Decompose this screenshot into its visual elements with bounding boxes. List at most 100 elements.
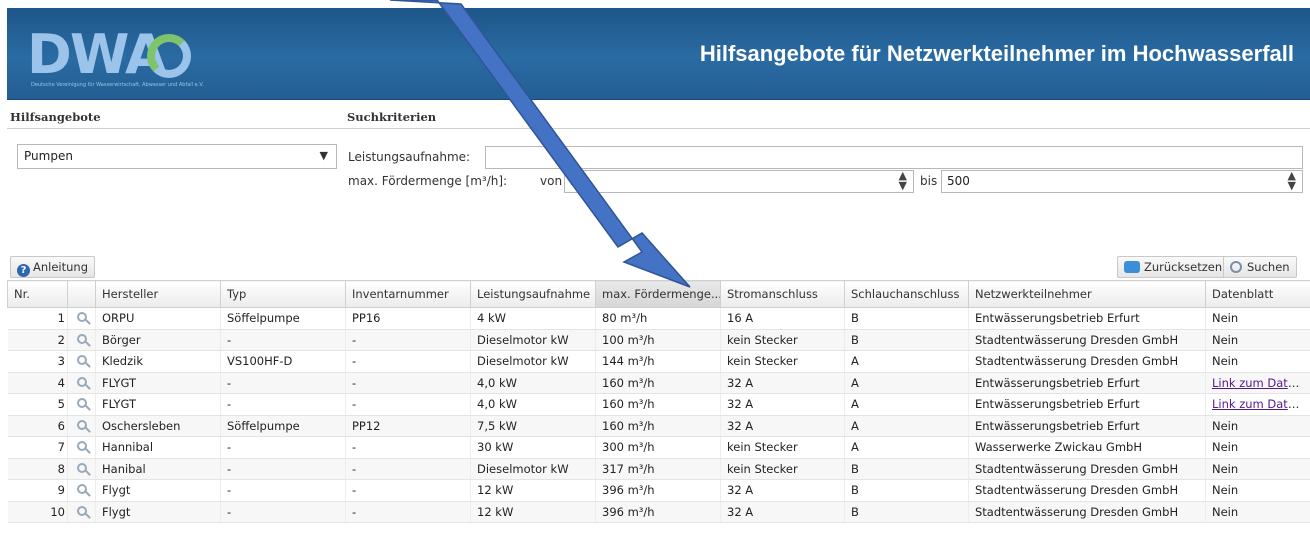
col-header-inventarnummer[interactable]: Inventarnummer [345,280,471,308]
col-header-leistungsaufnahme[interactable]: Leistungsaufnahme [470,280,596,308]
col-header-datenblatt[interactable]: Datenblatt [1205,280,1310,308]
cell-netzwerkteilnehmer: Entwässerungsbetrieb Erfurt [968,415,1206,437]
table-row[interactable]: 5 FLYGT - -4,0 kW 160 m³/h 32 A A Entwässerungs… [7,393,1310,416]
cell-datenblatt: Nein [1205,501,1310,523]
detail-cell[interactable] [67,501,96,523]
cell-foerdermenge: 144 m³/h [595,350,721,373]
von-spinner-icon[interactable]: ▲ ▼ [899,170,907,191]
detail-cell[interactable] [67,329,96,351]
von-label: von [540,174,563,188]
bis-value: 500 [947,174,970,188]
detail-cell[interactable] [67,479,96,502]
cell-typ: - [220,393,346,416]
magnifier-icon[interactable] [76,484,87,495]
cell-hersteller: Flygt [95,479,221,502]
cell-datenblatt: Nein [1205,458,1310,480]
von-input[interactable]: 50 ▲ ▼ [564,170,914,193]
col-header-foerdermenge-label: max. Fördermenge... [602,287,721,301]
detail-cell[interactable] [67,458,96,480]
cell-inventarnummer: - [345,458,471,480]
magnifier-icon[interactable] [76,333,87,344]
detail-cell[interactable] [67,372,96,394]
magnifier-icon[interactable] [76,398,87,409]
cell-stromanschluss: kein Stecker [720,329,845,351]
datenblatt-link[interactable]: Link zum Datenb... [1212,397,1310,411]
hilfsangebote-heading: Hilfsangebote [10,110,101,124]
table-row[interactable]: 1 ORPU Söffelpumpe PP16 4 kW 80 m³/h 16 A B Entw… [7,307,1310,330]
cell-leistungsaufnahme: 4 kW [470,307,596,330]
table-row[interactable]: 2 Börger - - Dieselmotor kW 100 m³/h kein Stec… [7,329,1310,351]
leistung-input[interactable] [485,146,1303,169]
cell-foerdermenge: 80 m³/h [595,307,721,330]
table-row[interactable]: 8 Hanibal - - Dieselmotor kW 317 m³/h kein Ste… [7,458,1310,480]
logo-ring-icon [147,34,191,78]
col-header-schlauchanschluss[interactable]: Schlauchanschluss [844,280,969,308]
cell-typ: VS100HF-D [220,350,346,373]
cell-stromanschluss: 32 A [720,372,845,394]
cell-datenblatt: Nein [1205,436,1310,459]
magnifier-icon[interactable] [76,355,87,366]
cell-nr: 3 [7,350,68,373]
table-row[interactable]: 7 Hannibal - -30 kW 300 m³/h kein Stecker A Was… [7,436,1310,459]
col-header-netzwerkteilnehmer[interactable]: Netzwerkteilnehmer [968,280,1206,308]
reset-button[interactable]: Zurücksetzen [1117,256,1230,278]
magnifier-icon[interactable] [76,376,87,387]
cell-netzwerkteilnehmer: Stadtentwässerung Dresden GmbH [968,458,1206,480]
cell-inventarnummer: - [345,479,471,502]
cell-foerdermenge: 160 m³/h [595,372,721,394]
cell-leistungsaufnahme: 30 kW [470,436,596,459]
col-header-stromanschluss[interactable]: Stromanschluss [720,280,845,308]
table-row[interactable]: 10 Flygt - -12 kW 396 m³/h 32 A B Stadtentwässe… [7,501,1310,523]
detail-cell[interactable] [67,307,96,330]
col-header-hersteller[interactable]: Hersteller [95,280,221,308]
foerdermenge-label: max. Fördermenge [m³/h]: [348,174,508,188]
chevron-down-icon[interactable]: ▼ [320,149,328,162]
table-row[interactable]: 4 FLYGT - -4,0 kW 160 m³/h 32 A A Entwässerungs… [7,372,1310,394]
detail-cell[interactable] [67,350,96,373]
detail-cell[interactable] [67,415,96,437]
cell-datenblatt: Nein [1205,329,1310,351]
cell-leistungsaufnahme: 12 kW [470,479,596,502]
cell-schlauchanschluss: B [844,329,969,351]
cell-inventarnummer: PP12 [345,415,471,437]
magnifier-icon[interactable] [76,462,87,473]
bis-spinner-icon[interactable]: ▲ ▼ [1288,170,1296,191]
magnifier-icon[interactable] [76,505,87,516]
datenblatt-link[interactable]: Link zum Datenb... [1212,376,1310,390]
col-header-typ[interactable]: Typ [220,280,346,308]
cell-netzwerkteilnehmer: Stadtentwässerung Dresden GmbH [968,350,1206,373]
cell-schlauchanschluss: A [844,372,969,394]
cell-foerdermenge: 100 m³/h [595,329,721,351]
cell-foerdermenge: 396 m³/h [595,501,721,523]
cell-leistungsaufnahme: 4,0 kW [470,393,596,416]
logo-text: DWA [27,23,167,86]
cell-nr: 8 [7,458,68,480]
bis-input[interactable]: 500 ▲ ▼ [941,170,1303,193]
magnifier-icon[interactable] [76,419,87,430]
col-header-foerdermenge[interactable]: max. Fördermenge...▲ [595,280,721,308]
category-select[interactable]: Pumpen ▼ [17,144,337,169]
cell-typ: - [220,458,346,480]
reset-label: Zurücksetzen [1144,260,1223,274]
cell-stromanschluss: 16 A [720,307,845,330]
cell-stromanschluss: kein Stecker [720,350,845,373]
anleitung-button[interactable]: ? Anleitung [10,256,96,278]
table-row[interactable]: 3 Kledzik VS100HF-D - Dieselmotor kW 144 m³/h… [7,350,1310,373]
table-row[interactable]: 6 Oschersleben Söffelpumpe PP12 7,5 kW 160 m³… [7,415,1310,437]
von-value: 50 [570,174,586,188]
anleitung-label: Anleitung [33,260,89,274]
detail-cell[interactable] [67,393,96,416]
cell-netzwerkteilnehmer: Stadtentwässerung Dresden GmbH [968,479,1206,502]
cell-datenblatt: Nein [1205,350,1310,373]
search-button[interactable]: Suchen [1223,256,1297,278]
cell-hersteller: Börger [95,329,221,351]
cell-leistungsaufnahme: Dieselmotor kW [470,458,596,480]
cell-inventarnummer: - [345,372,471,394]
detail-cell[interactable] [67,436,96,459]
col-header-nr[interactable]: Nr. [7,280,68,308]
cell-netzwerkteilnehmer: Entwässerungsbetrieb Erfurt [968,307,1206,330]
table-row[interactable]: 9 Flygt - -12 kW 396 m³/h 32 A B Stadtentwässer… [7,479,1310,502]
magnifier-icon[interactable] [76,312,87,323]
cell-foerdermenge: 160 m³/h [595,393,721,416]
magnifier-icon[interactable] [76,441,87,452]
